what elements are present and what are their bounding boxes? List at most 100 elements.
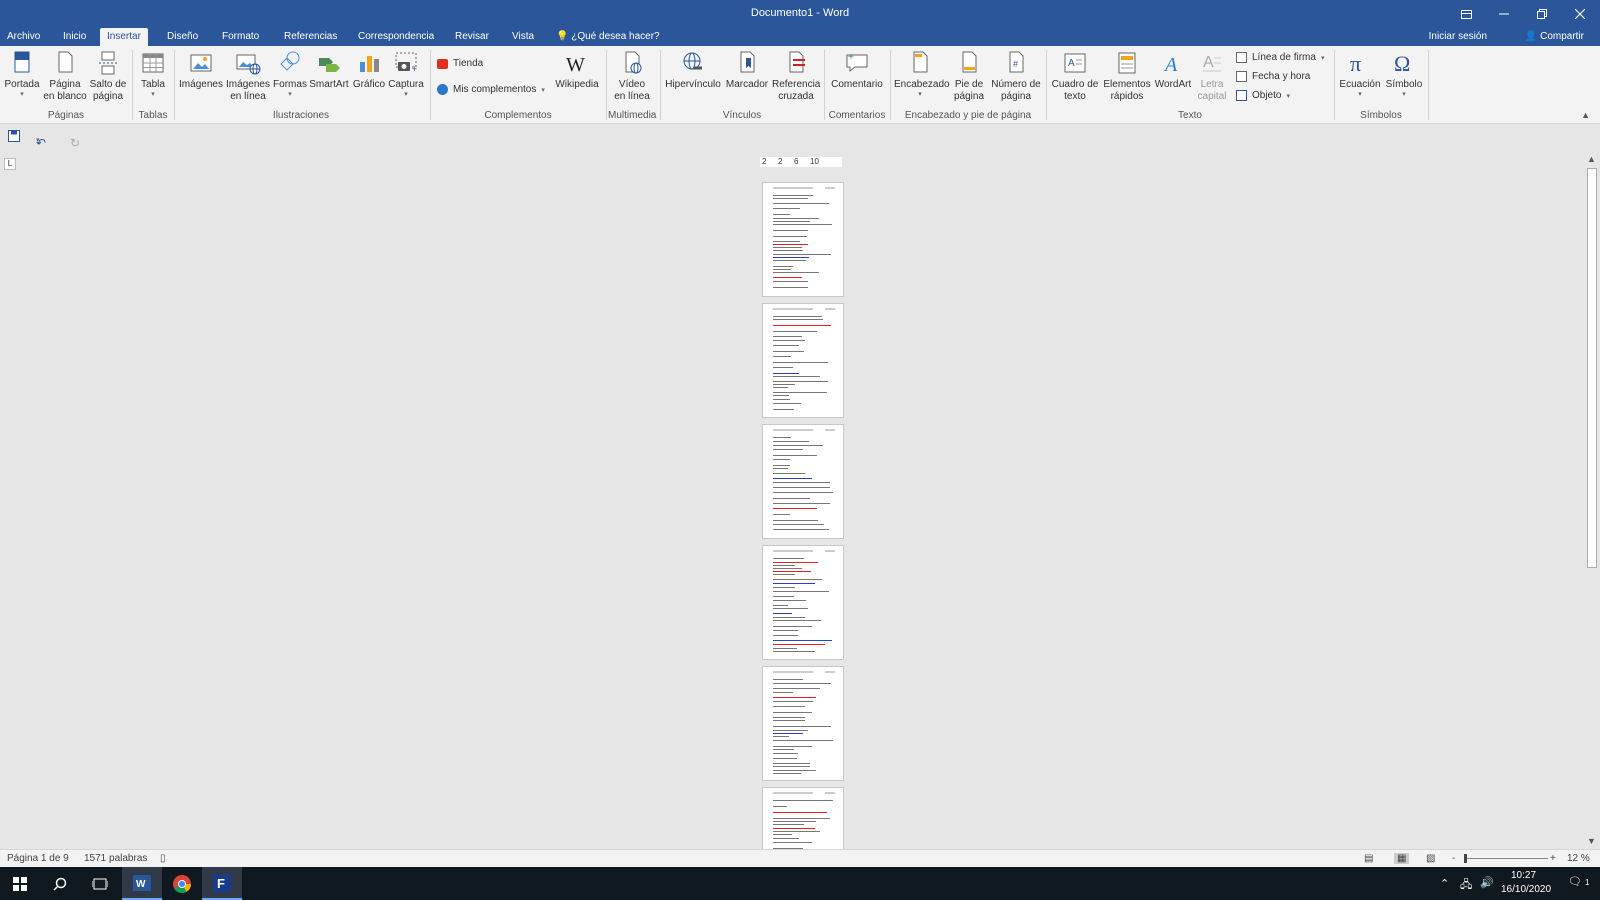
network-icon[interactable]: 🖧: [1460, 876, 1472, 895]
tab-inicio[interactable]: Inicio: [56, 28, 93, 46]
text-line: [773, 198, 808, 199]
tab-archivo[interactable]: Archivo: [0, 28, 47, 46]
tab-referencias[interactable]: Referencias: [277, 28, 344, 46]
scroll-down-icon[interactable]: ▼: [1587, 836, 1596, 846]
text-box-icon: A: [1064, 53, 1086, 73]
taskbar-word[interactable]: W: [122, 867, 162, 900]
word-count[interactable]: 1571 palabras: [84, 853, 147, 864]
referencia-cruzada-button[interactable]: Referencia cruzada: [772, 50, 820, 103]
group-label-comentarios: Comentarios: [828, 110, 886, 121]
save-button[interactable]: [8, 130, 20, 145]
letra-capital-button[interactable]: A Letra capital: [1194, 50, 1230, 103]
page-thumbnail[interactable]: [762, 182, 844, 297]
numero-de-pagina-button[interactable]: # Número de página: [990, 50, 1042, 103]
proofing-icon[interactable]: ▯: [160, 853, 166, 864]
imagenes-button[interactable]: Imágenes: [178, 50, 224, 91]
scroll-up-icon[interactable]: ▲: [1587, 154, 1596, 164]
text-line: [773, 195, 813, 196]
start-button[interactable]: [0, 867, 40, 900]
pie-de-pagina-button[interactable]: Pie de página: [948, 50, 990, 103]
tab-correspondencia[interactable]: Correspondencia: [351, 28, 441, 46]
volume-icon[interactable]: 🔊: [1480, 876, 1494, 889]
wordart-button[interactable]: A WordArt: [1154, 50, 1192, 91]
tab-diseno[interactable]: Diseño: [160, 28, 205, 46]
addins-icon: [437, 84, 448, 95]
fecha-y-hora-button[interactable]: Fecha y hora: [1236, 71, 1310, 82]
clock-time[interactable]: 10:27: [1511, 870, 1536, 881]
word-icon: W: [133, 874, 151, 891]
page-thumbnail[interactable]: [762, 424, 844, 539]
page-count[interactable]: Página 1 de 9: [7, 853, 69, 864]
objeto-button[interactable]: Objeto ▾: [1236, 90, 1290, 101]
vertical-scrollbar[interactable]: ▲ ▼: [1584, 152, 1600, 849]
text-line: [773, 331, 817, 332]
simbolo-button[interactable]: Ω Símbolo ▾: [1384, 50, 1424, 99]
group-label-vinculos: Vínculos: [722, 110, 762, 121]
wikipedia-button[interactable]: W Wikipedia: [552, 50, 602, 91]
mis-complementos-button[interactable]: Mis complementos ▾: [437, 84, 545, 95]
hipervinculo-button[interactable]: Hipervínculo: [664, 50, 722, 91]
text-line: [773, 250, 803, 251]
tabla-button[interactable]: Tabla ▾: [136, 50, 170, 99]
tab-vista[interactable]: Vista: [505, 28, 541, 46]
video-en-linea-button[interactable]: Vídeo en línea: [610, 50, 654, 103]
linea-de-firma-button[interactable]: Línea de firma ▾: [1236, 52, 1324, 63]
zoom-slider-knob[interactable]: [1464, 854, 1467, 863]
smartart-button[interactable]: SmartArt: [308, 50, 350, 91]
task-view-button[interactable]: [80, 867, 120, 900]
close-button[interactable]: [1562, 0, 1598, 28]
page-thumbnail[interactable]: [762, 545, 844, 660]
tell-me-box[interactable]: 💡 ¿Qué desea hacer?: [556, 28, 660, 46]
zoom-slider-track[interactable]: [1464, 858, 1548, 859]
encabezado-button[interactable]: Encabezado ▾: [894, 50, 950, 99]
document-workspace[interactable]: L 2 2 6 10: [0, 152, 1584, 849]
zoom-level[interactable]: 12 %: [1567, 853, 1590, 864]
clock-date[interactable]: 16/10/2020: [1501, 884, 1551, 895]
task-view-icon: [92, 878, 108, 889]
text-line: [773, 503, 830, 504]
tab-insertar[interactable]: Insertar: [100, 28, 148, 46]
share-button[interactable]: 👤 Compartir: [1525, 28, 1584, 46]
tienda-button[interactable]: Tienda: [437, 58, 483, 69]
ribbon-display-options-button[interactable]: [1448, 0, 1484, 28]
comentario-button[interactable]: + Comentario: [828, 50, 886, 91]
portada-button[interactable]: Portada ▾: [4, 50, 40, 99]
print-layout-icon[interactable]: ▦: [1394, 853, 1410, 864]
imagenes-en-linea-button[interactable]: Imágenes en línea: [224, 50, 272, 103]
captura-button[interactable]: + Captura ▾: [388, 50, 424, 99]
grafico-button[interactable]: Gráfico: [350, 50, 388, 91]
collapse-ribbon-button[interactable]: ▲: [1581, 110, 1590, 120]
pagina-en-blanco-button[interactable]: Página en blanco: [42, 50, 88, 103]
taskbar-chrome[interactable]: [162, 867, 202, 900]
table-icon: [142, 53, 164, 73]
taskbar-f-app[interactable]: F: [202, 867, 242, 900]
minimize-button[interactable]: [1486, 0, 1522, 28]
read-mode-icon[interactable]: ▤: [1364, 853, 1373, 864]
zoom-in-button[interactable]: +: [1550, 853, 1556, 864]
ecuacion-button[interactable]: π Ecuación ▾: [1338, 50, 1382, 99]
chevron-up-icon: ▲: [1581, 110, 1590, 120]
tab-formato[interactable]: Formato: [215, 28, 266, 46]
text-line: [773, 319, 823, 320]
restore-button[interactable]: [1524, 0, 1560, 28]
tab-revisar[interactable]: Revisar: [448, 28, 496, 46]
tab-selector-button[interactable]: L: [4, 158, 16, 170]
simbolo-label: Símbolo: [1385, 79, 1423, 90]
page-thumbnail[interactable]: [762, 303, 844, 418]
notifications-button[interactable]: 🗨 1: [1568, 875, 1589, 888]
marcador-button[interactable]: Marcador: [724, 50, 770, 91]
horizontal-ruler[interactable]: 2 2 6 10: [760, 157, 842, 167]
chevron-up-icon[interactable]: ⌃: [1440, 877, 1449, 890]
elementos-rapidos-button[interactable]: Elementos rápidos: [1102, 50, 1152, 103]
web-layout-icon[interactable]: ▧: [1426, 853, 1435, 864]
cuadro-de-texto-button[interactable]: A Cuadro de texto: [1050, 50, 1100, 103]
formas-button[interactable]: Formas ▾: [272, 50, 308, 99]
page-thumbnail[interactable]: [762, 787, 844, 849]
scroll-thumb[interactable]: [1587, 168, 1597, 568]
page-thumbnail[interactable]: [762, 666, 844, 781]
zoom-out-button[interactable]: -: [1452, 853, 1455, 864]
sign-in-link[interactable]: Iniciar sesión: [1429, 28, 1487, 46]
page-header: [825, 187, 835, 189]
search-button[interactable]: [40, 867, 80, 900]
salto-de-pagina-button[interactable]: Salto de página: [88, 50, 128, 103]
